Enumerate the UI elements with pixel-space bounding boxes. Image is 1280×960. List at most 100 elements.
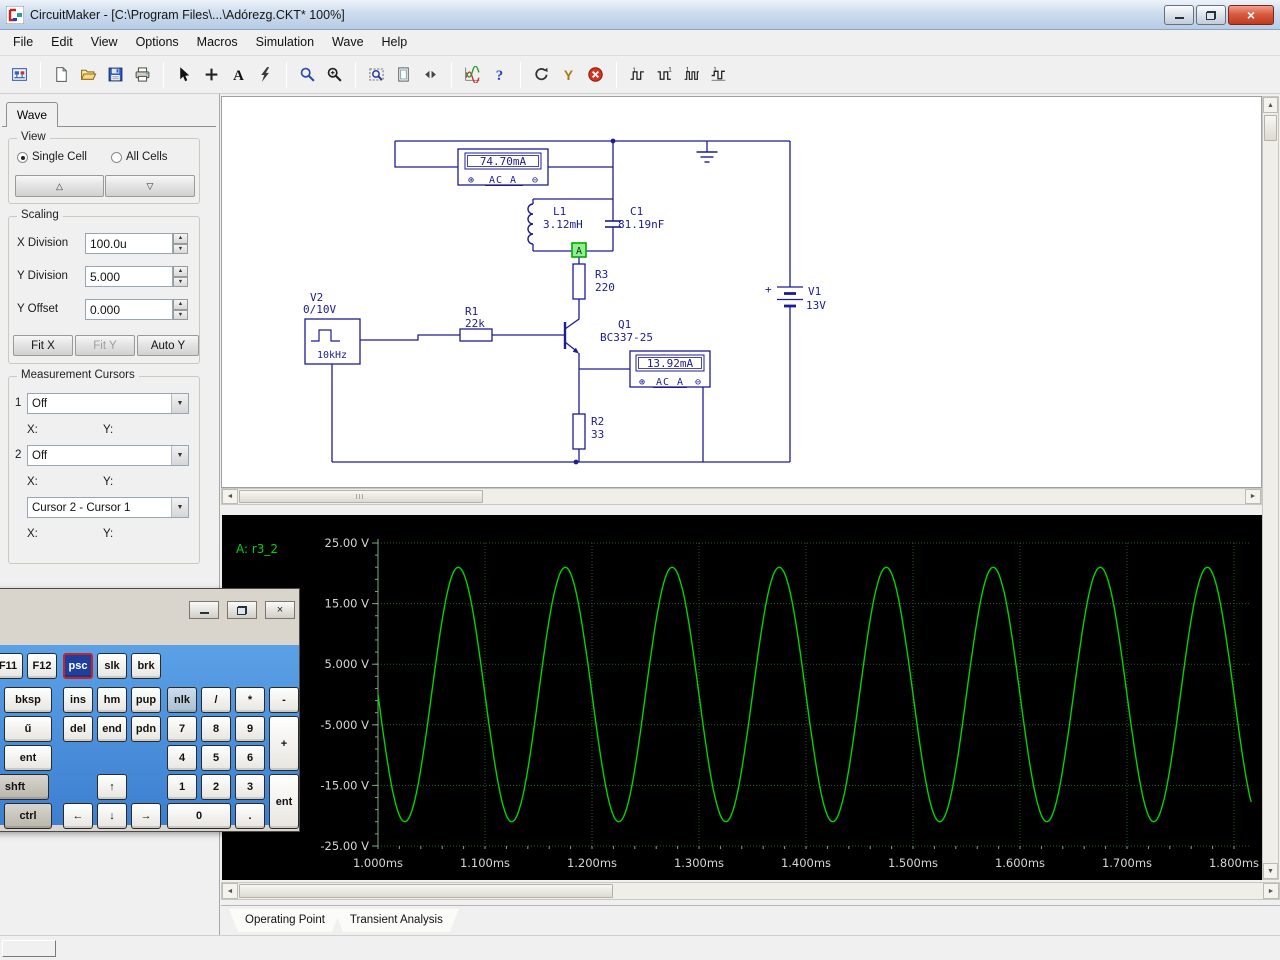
toolbar-digital-trace-2-button[interactable]: 1	[651, 61, 678, 88]
toolbar-zoom-select-button[interactable]	[363, 61, 390, 88]
key-shft[interactable]: shft	[0, 774, 49, 800]
toolbar-stop-simulation-button[interactable]	[582, 61, 609, 88]
key-7[interactable]: 7	[167, 716, 197, 742]
key-nlk[interactable]: nlk	[167, 687, 197, 713]
resistor-r2[interactable]	[572, 413, 586, 450]
keyboard-maximize-button[interactable]	[227, 601, 257, 619]
scroll-thumb[interactable]	[1264, 115, 1277, 141]
menu-item-options[interactable]: Options	[127, 30, 188, 55]
single-cell-radio[interactable]	[17, 152, 28, 163]
key-ű[interactable]: ű	[4, 716, 52, 742]
cursor-diff-select[interactable]: Cursor 2 - Cursor 1 ▼	[27, 497, 189, 518]
scroll-right-button[interactable]: ►	[1263, 883, 1279, 899]
battery-v1[interactable]	[777, 286, 803, 308]
toolbar-print-button[interactable]	[129, 61, 156, 88]
key-hm[interactable]: hm	[97, 687, 127, 713]
vertical-scrollbar[interactable]: ▲ ▼	[1262, 96, 1279, 880]
restore-button[interactable]	[1196, 5, 1226, 25]
schematic-h-scrollbar[interactable]: ◄ ►	[221, 488, 1262, 505]
minimize-button[interactable]	[1164, 5, 1194, 25]
scroll-down-button[interactable]: ▼	[1263, 863, 1278, 879]
menu-item-edit[interactable]: Edit	[42, 30, 82, 55]
toolbar-y-probe-button[interactable]: Y	[555, 61, 582, 88]
key-.[interactable]: .	[235, 803, 265, 829]
spin-down-button[interactable]: ▼	[173, 309, 188, 320]
spin-down-button[interactable]: ▼	[173, 276, 188, 287]
scroll-up-button[interactable]: ▲	[1263, 97, 1278, 113]
key-4[interactable]: 4	[167, 745, 197, 771]
key-pdn[interactable]: pdn	[131, 716, 161, 742]
dropdown-arrow-icon[interactable]: ▼	[171, 446, 188, 465]
key-→[interactable]: →	[131, 803, 161, 829]
x-division-input[interactable]: 100.0u	[85, 233, 173, 254]
toolbar-pan-button[interactable]	[417, 61, 444, 88]
toolbar-wire-tool-button[interactable]	[252, 61, 279, 88]
auto-y-button[interactable]: Auto Y	[137, 335, 199, 356]
key-/[interactable]: /	[201, 687, 231, 713]
key-ctrl[interactable]: ctrl	[4, 803, 52, 829]
key-ent[interactable]: ent	[4, 745, 52, 771]
scroll-left-button[interactable]: ◄	[222, 489, 238, 504]
key-8[interactable]: 8	[201, 716, 231, 742]
key-3[interactable]: 3	[235, 774, 265, 800]
key-F12[interactable]: F12	[27, 653, 57, 679]
toolbar-pcb-board-button[interactable]	[6, 61, 33, 88]
toolbar-add-button[interactable]	[198, 61, 225, 88]
toolbar-run-analyses-button[interactable]	[459, 61, 486, 88]
key-psc[interactable]: psc	[63, 653, 93, 679]
toolbar-digital-trace-3-button[interactable]: 1	[678, 61, 705, 88]
y-offset-input[interactable]: 0.000	[85, 299, 173, 320]
toolbar-help-button[interactable]: ?	[486, 61, 513, 88]
scroll-right-button[interactable]: ►	[1245, 489, 1261, 504]
cell-down-button[interactable]: ▽	[105, 175, 195, 197]
key-end[interactable]: end	[97, 716, 127, 742]
tab-operating-point[interactable]: Operating Point	[229, 909, 341, 932]
spin-up-button[interactable]: ▲	[173, 233, 188, 244]
all-cells-radio[interactable]	[111, 152, 122, 163]
dropdown-arrow-icon[interactable]: ▼	[171, 498, 188, 517]
resistor-r1[interactable]	[459, 328, 493, 342]
key-1[interactable]: 1	[167, 774, 197, 800]
cursor1-select[interactable]: Off ▼	[27, 393, 189, 414]
key-←[interactable]: ←	[63, 803, 93, 829]
tab-transient-analysis[interactable]: Transient Analysis	[334, 909, 459, 932]
toolbar-digital-trace-4-button[interactable]: 1	[705, 61, 732, 88]
key-brk[interactable]: brk	[131, 653, 161, 679]
key-2[interactable]: 2	[201, 774, 231, 800]
scroll-thumb[interactable]	[239, 490, 483, 503]
toolbar-text-tool-button[interactable]: A	[225, 61, 252, 88]
key-0[interactable]: 0	[167, 803, 231, 829]
key-bksp[interactable]: bksp	[4, 687, 52, 713]
key-↓[interactable]: ↓	[97, 803, 127, 829]
bottom-h-scrollbar[interactable]: ◄ ►	[221, 882, 1280, 900]
toolbar-open-folder-button[interactable]	[75, 61, 102, 88]
key-+[interactable]: +	[269, 716, 299, 771]
scroll-left-button[interactable]: ◄	[222, 883, 238, 899]
toolbar-reset-simulation-button[interactable]	[528, 61, 555, 88]
key-*[interactable]: *	[235, 687, 265, 713]
dropdown-arrow-icon[interactable]: ▼	[171, 394, 188, 413]
toolbar-digital-trace-1-button[interactable]: 1	[624, 61, 651, 88]
key-9[interactable]: 9	[235, 716, 265, 742]
toolbar-probe-tool-button[interactable]	[294, 61, 321, 88]
fit-x-button[interactable]: Fit X	[13, 335, 73, 356]
key--[interactable]: -	[269, 687, 299, 713]
toolbar-pointer-button[interactable]	[171, 61, 198, 88]
key-↑[interactable]: ↑	[97, 774, 127, 800]
key-ins[interactable]: ins	[63, 687, 93, 713]
fit-y-button[interactable]: Fit Y	[75, 335, 135, 356]
schematic-area[interactable]: 74.70mA ⊕ AC A ⊖ 13.92mA ⊕ AC A ⊖ L1 3.1…	[221, 96, 1262, 488]
toolbar-new-document-button[interactable]	[48, 61, 75, 88]
menu-item-view[interactable]: View	[82, 30, 127, 55]
menu-item-help[interactable]: Help	[373, 30, 417, 55]
key-6[interactable]: 6	[235, 745, 265, 771]
spin-up-button[interactable]: ▲	[173, 266, 188, 277]
cursor2-select[interactable]: Off ▼	[27, 445, 189, 466]
spin-up-button[interactable]: ▲	[173, 299, 188, 310]
schematic-canvas[interactable]: 74.70mA ⊕ AC A ⊖ 13.92mA ⊕ AC A ⊖ L1 3.1…	[222, 97, 1261, 487]
virtual-keyboard-window[interactable]: × F11 F12 psc slk brk bksp ins hm pup nlk / * - ű del e…	[0, 588, 300, 832]
key-pup[interactable]: pup	[131, 687, 161, 713]
resistor-r3[interactable]	[572, 263, 586, 300]
key-del[interactable]: del	[63, 716, 93, 742]
key-ent[interactable]: ent	[269, 774, 299, 829]
